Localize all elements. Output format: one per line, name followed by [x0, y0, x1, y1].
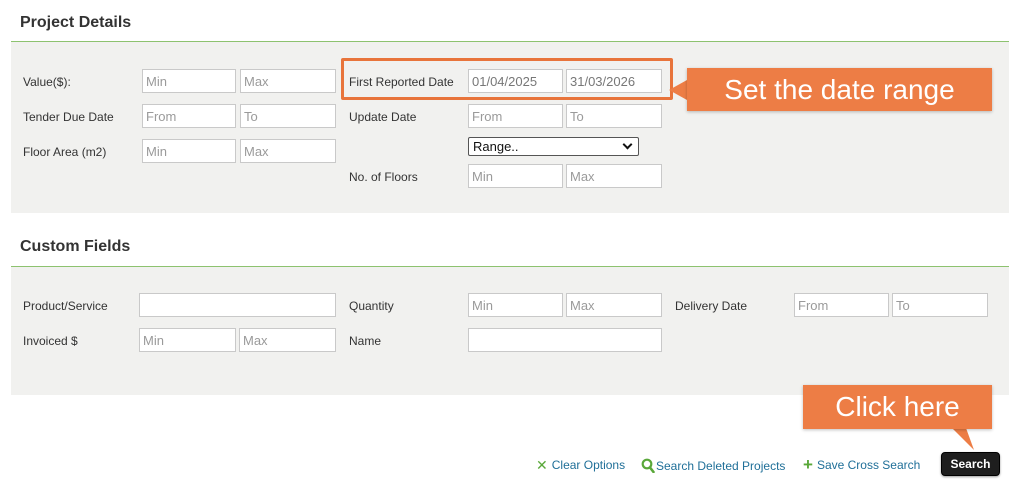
quantity-max-input[interactable] — [566, 293, 662, 317]
close-icon: ✕ — [536, 457, 548, 473]
search-deleted-projects-link[interactable]: Search Deleted Projects — [641, 458, 785, 473]
tender-due-date-from-input[interactable] — [142, 104, 236, 128]
save-cross-search-label: Save Cross Search — [816, 458, 921, 472]
floors-min-input[interactable] — [468, 164, 563, 188]
search-deleted-label: Search Deleted Projects — [656, 458, 786, 473]
update-date-to-input[interactable] — [566, 104, 662, 128]
clear-options-label: Clear Options — [551, 458, 626, 472]
floor-area-max-input[interactable] — [240, 139, 336, 163]
no-of-floors-label: No. of Floors — [349, 170, 418, 184]
date-range-callout: Set the date range — [687, 68, 992, 111]
click-here-pointer — [952, 428, 974, 450]
value-label: Value($): — [23, 75, 71, 89]
invoiced-max-input[interactable] — [239, 328, 336, 352]
search-button[interactable]: Search — [941, 452, 1000, 476]
search-icon — [641, 458, 655, 473]
delivery-date-to-input[interactable] — [892, 293, 988, 317]
save-cross-search-link[interactable]: + Save Cross Search — [803, 455, 921, 474]
quantity-label: Quantity — [349, 299, 394, 313]
floor-area-label: Floor Area (m2) — [23, 145, 107, 159]
value-min-input[interactable] — [142, 69, 236, 93]
clear-options-link[interactable]: ✕ Clear Options — [536, 458, 625, 472]
product-service-input[interactable] — [139, 293, 336, 317]
value-max-input[interactable] — [240, 69, 336, 93]
chevron-down-icon — [622, 139, 633, 150]
floor-area-min-input[interactable] — [142, 139, 236, 163]
floors-range-select[interactable]: Range.. — [468, 137, 639, 156]
delivery-date-label: Delivery Date — [675, 299, 748, 313]
delivery-date-from-input[interactable] — [794, 293, 889, 317]
floors-range-selected: Range.. — [473, 139, 519, 154]
product-service-label: Product/Service — [23, 299, 108, 313]
tender-due-date-label: Tender Due Date — [23, 110, 114, 124]
invoiced-min-input[interactable] — [139, 328, 236, 352]
click-here-callout: Click here — [803, 385, 992, 429]
quantity-min-input[interactable] — [468, 293, 563, 317]
floors-max-input[interactable] — [566, 164, 662, 188]
tender-due-date-to-input[interactable] — [240, 104, 336, 128]
plus-icon: + — [803, 455, 813, 474]
update-date-label: Update Date — [349, 110, 417, 124]
date-range-highlight — [341, 58, 673, 100]
custom-fields-title: Custom Fields — [20, 238, 131, 255]
custom-fields-panel: Product/Service Quantity Delivery Date I… — [11, 266, 1009, 395]
project-details-title: Project Details — [20, 14, 132, 31]
name-input[interactable] — [468, 328, 662, 352]
name-label: Name — [349, 334, 382, 348]
invoiced-label: Invoiced $ — [23, 334, 78, 348]
update-date-from-input[interactable] — [468, 104, 563, 128]
